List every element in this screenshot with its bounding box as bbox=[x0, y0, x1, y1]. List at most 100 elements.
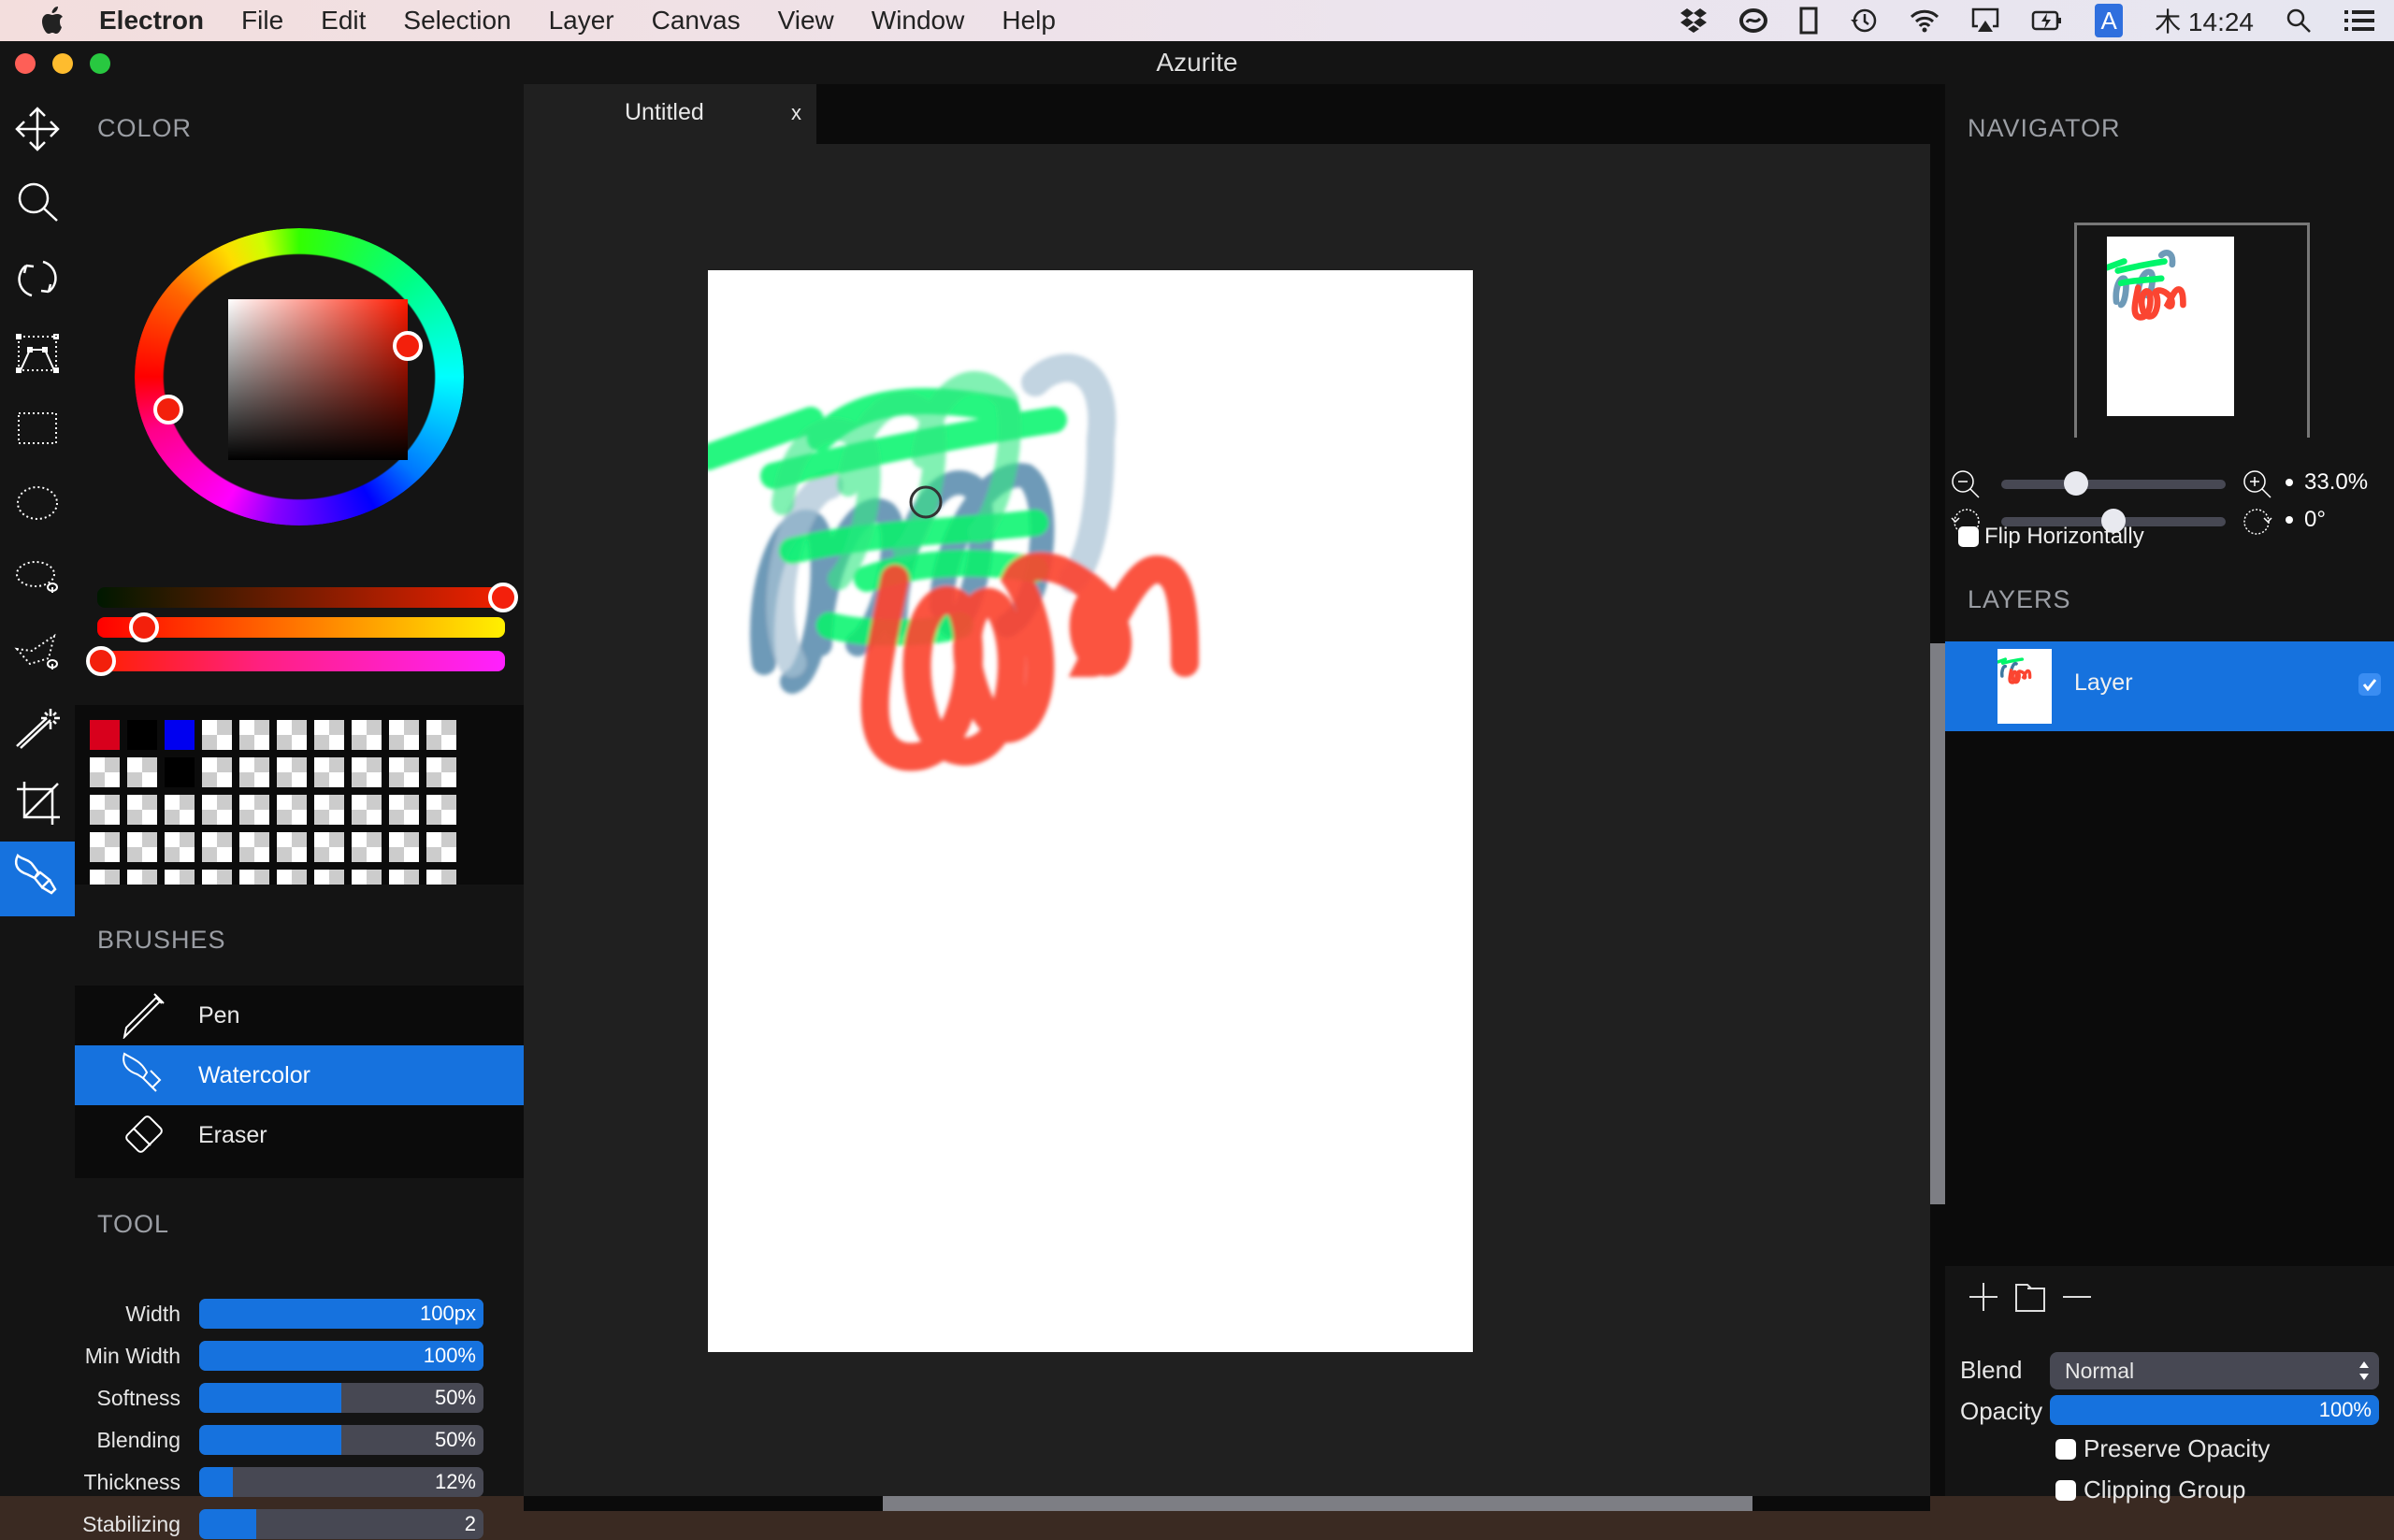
airplay-icon[interactable] bbox=[1971, 7, 1999, 34]
palette-swatch[interactable] bbox=[352, 870, 382, 885]
param-slider[interactable]: 12% bbox=[199, 1467, 483, 1497]
menu-view[interactable]: View bbox=[778, 6, 834, 36]
palette-swatch[interactable] bbox=[314, 870, 344, 885]
time-machine-icon[interactable] bbox=[1850, 7, 1878, 35]
palette-swatch[interactable] bbox=[202, 870, 232, 885]
apple-menu-icon[interactable] bbox=[34, 7, 71, 35]
palette-swatch[interactable] bbox=[165, 870, 195, 885]
layer-visibility-checkbox[interactable] bbox=[2358, 673, 2381, 696]
tab-untitled[interactable]: Untitled x bbox=[524, 84, 816, 144]
palette-swatch[interactable] bbox=[426, 757, 456, 787]
palette-swatch[interactable] bbox=[127, 870, 157, 885]
palette-swatch[interactable] bbox=[127, 720, 157, 750]
battery-charging-icon[interactable] bbox=[2031, 9, 2063, 32]
param-slider[interactable]: 50% bbox=[199, 1425, 483, 1455]
palette-swatch[interactable] bbox=[352, 757, 382, 787]
layer-name[interactable]: Layer bbox=[2074, 669, 2133, 697]
palette-swatch[interactable] bbox=[202, 757, 232, 787]
palette-swatch[interactable] bbox=[352, 795, 382, 825]
tool-rotate[interactable] bbox=[0, 243, 75, 318]
wifi-icon[interactable] bbox=[1910, 8, 1940, 33]
clipping-group-row[interactable]: Clipping Group bbox=[2055, 1475, 2245, 1504]
palette-swatch[interactable] bbox=[165, 757, 195, 787]
flip-horizontally-row[interactable]: Flip Horizontally bbox=[1958, 524, 2144, 550]
palette-swatch[interactable] bbox=[90, 720, 120, 750]
clock[interactable]: 木 14:24 bbox=[2155, 2, 2254, 39]
palette-swatch[interactable] bbox=[165, 795, 195, 825]
palette-swatch[interactable] bbox=[127, 832, 157, 862]
brush-item-eraser[interactable]: Eraser bbox=[75, 1105, 524, 1165]
horizontal-scroll-thumb[interactable] bbox=[883, 1496, 1752, 1511]
zoom-out-icon[interactable] bbox=[1951, 469, 1981, 504]
brush-item-watercolor[interactable]: Watercolor bbox=[75, 1045, 524, 1105]
tool-free-select[interactable] bbox=[0, 542, 75, 617]
palette-swatch[interactable] bbox=[90, 870, 120, 885]
menu-canvas[interactable]: Canvas bbox=[652, 6, 741, 36]
palette-swatch[interactable] bbox=[426, 870, 456, 885]
sv-picker-knob[interactable] bbox=[393, 331, 423, 361]
vertical-scroll-thumb[interactable] bbox=[1930, 643, 1945, 1204]
menu-selection[interactable]: Selection bbox=[403, 6, 511, 36]
hue-slider[interactable] bbox=[97, 612, 505, 642]
hue-picker-knob[interactable] bbox=[153, 395, 183, 425]
close-window-button[interactable] bbox=[15, 53, 36, 74]
minimize-window-button[interactable] bbox=[52, 53, 73, 74]
creative-cloud-icon[interactable] bbox=[1739, 7, 1768, 34]
tool-polygon-select[interactable] bbox=[0, 617, 75, 692]
zoom-slider[interactable] bbox=[2001, 471, 2226, 496]
palette-swatch[interactable] bbox=[277, 720, 307, 750]
palette-swatch[interactable] bbox=[90, 757, 120, 787]
notification-center-icon[interactable] bbox=[2344, 8, 2375, 33]
tool-zoom[interactable] bbox=[0, 168, 75, 243]
drawing-canvas[interactable] bbox=[708, 270, 1473, 1352]
palette-swatch[interactable] bbox=[202, 720, 232, 750]
palette-swatch[interactable] bbox=[314, 795, 344, 825]
palette-swatch[interactable] bbox=[426, 720, 456, 750]
palette-swatch[interactable] bbox=[314, 720, 344, 750]
tab-close-button[interactable]: x bbox=[791, 101, 801, 125]
palette-swatch[interactable] bbox=[389, 757, 419, 787]
param-slider[interactable]: 100px bbox=[199, 1299, 483, 1329]
palette-swatch[interactable] bbox=[389, 832, 419, 862]
add-layer-icon[interactable] bbox=[1968, 1281, 1999, 1317]
palette-swatch[interactable] bbox=[277, 795, 307, 825]
palette-swatch[interactable] bbox=[127, 757, 157, 787]
palette-swatch[interactable] bbox=[202, 795, 232, 825]
layer-item[interactable]: Layer bbox=[1945, 641, 2394, 731]
menu-app-name[interactable]: Electron bbox=[99, 6, 204, 36]
zoom-in-icon[interactable] bbox=[2243, 469, 2272, 504]
blend-mode-select[interactable]: Normal bbox=[2050, 1352, 2379, 1389]
palette-swatch[interactable] bbox=[239, 870, 269, 885]
palette-swatch[interactable] bbox=[239, 720, 269, 750]
add-group-icon[interactable] bbox=[2014, 1281, 2046, 1317]
menu-edit[interactable]: Edit bbox=[321, 6, 366, 36]
palette-swatch[interactable] bbox=[277, 757, 307, 787]
menu-file[interactable]: File bbox=[241, 6, 283, 36]
palette-swatch[interactable] bbox=[389, 720, 419, 750]
menu-help[interactable]: Help bbox=[1002, 6, 1056, 36]
palette-swatch[interactable] bbox=[314, 832, 344, 862]
tool-rect-select[interactable] bbox=[0, 393, 75, 468]
zoom-slider-knob[interactable] bbox=[2063, 471, 2088, 496]
palette-swatch[interactable] bbox=[389, 870, 419, 885]
vertical-scrollbar[interactable] bbox=[1930, 144, 1945, 1496]
palette-swatch[interactable] bbox=[352, 720, 382, 750]
input-source-icon[interactable]: A bbox=[2095, 4, 2124, 37]
color-wheel[interactable] bbox=[131, 224, 468, 566]
palette-swatch[interactable] bbox=[426, 832, 456, 862]
palette-swatch[interactable] bbox=[202, 832, 232, 862]
tablet-icon[interactable] bbox=[1799, 7, 1818, 35]
tool-canvas-area[interactable] bbox=[0, 767, 75, 842]
brightness-slider[interactable] bbox=[97, 583, 518, 612]
palette-swatch[interactable] bbox=[239, 795, 269, 825]
saturation-slider[interactable] bbox=[86, 646, 505, 676]
zoom-window-button[interactable] bbox=[90, 53, 110, 74]
palette-swatch[interactable] bbox=[90, 795, 120, 825]
tool-brush[interactable] bbox=[0, 842, 75, 916]
spotlight-icon[interactable] bbox=[2286, 7, 2312, 34]
palette-swatch[interactable] bbox=[127, 795, 157, 825]
palette-swatch[interactable] bbox=[90, 832, 120, 862]
brush-item-pen[interactable]: Pen bbox=[75, 986, 524, 1045]
palette-swatch[interactable] bbox=[165, 720, 195, 750]
palette-swatch[interactable] bbox=[352, 832, 382, 862]
